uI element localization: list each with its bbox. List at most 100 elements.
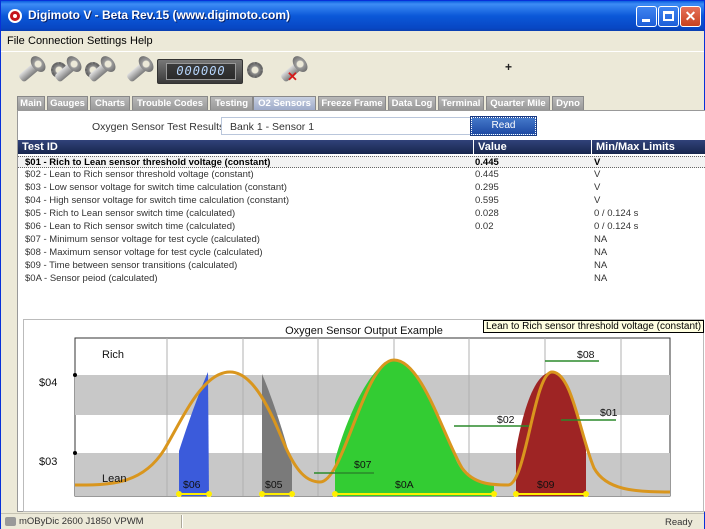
row-limits: 0 / 0.124 s bbox=[594, 221, 639, 232]
status-ready: Ready bbox=[665, 517, 693, 528]
table-row[interactable]: $08 - Maximum sensor voltage for test cy… bbox=[18, 247, 705, 259]
row-limits: NA bbox=[594, 234, 608, 245]
toolbar: 000000 + ✕ bbox=[1, 51, 704, 93]
menu-help[interactable]: Help bbox=[130, 35, 153, 47]
close-button[interactable]: ✕ bbox=[680, 6, 701, 27]
sensor-select-value: Bank 1 - Sensor 1 bbox=[230, 121, 315, 133]
table-row[interactable]: $06 - Lean to Rich sensor switch time (c… bbox=[18, 221, 705, 233]
diagram-svg: Oxygen Sensor Output Example $04 $03 Ric… bbox=[39, 325, 671, 497]
interface-icon bbox=[5, 516, 16, 526]
table-row[interactable]: $07 - Minimum sensor voltage for test cy… bbox=[18, 234, 705, 246]
row-limits: V bbox=[594, 182, 601, 193]
minimize-button[interactable] bbox=[636, 6, 657, 27]
oxygen-sensor-diagram: Oxygen Sensor Output Example $04 $03 Ric… bbox=[23, 319, 704, 512]
table-row[interactable]: $01 - Rich to Lean sensor threshold volt… bbox=[18, 156, 705, 168]
row-limits: NA bbox=[594, 273, 608, 284]
maximize-button[interactable] bbox=[658, 6, 679, 27]
row-test-id: $04 - High sensor voltage for switch tim… bbox=[25, 195, 290, 206]
counter-display: 000000 bbox=[157, 59, 243, 84]
row-value: 0.02 bbox=[475, 221, 494, 232]
app-window: Digimoto V - Beta Rev.15 (www.digimoto.c… bbox=[0, 0, 705, 529]
row-value: 0.295 bbox=[475, 182, 499, 193]
sensor-select-label: Oxygen Sensor Test Results: bbox=[92, 121, 228, 133]
gear-wrench-button-2[interactable] bbox=[85, 58, 113, 84]
row-limits: NA bbox=[594, 260, 608, 271]
read-button[interactable]: Read bbox=[470, 116, 537, 136]
tab-quarter-mile[interactable]: Quarter Mile bbox=[486, 96, 550, 110]
delete-x-icon: ✕ bbox=[287, 69, 298, 84]
gear-icon bbox=[247, 62, 263, 78]
gear-wrench-button[interactable] bbox=[51, 58, 79, 84]
column-header-limits[interactable]: Min/Max Limits bbox=[592, 140, 705, 154]
column-header-value[interactable]: Value bbox=[474, 140, 591, 154]
tab-trouble-codes[interactable]: Trouble Codes bbox=[132, 96, 208, 110]
menu-settings[interactable]: Settings bbox=[87, 35, 127, 47]
y-mark-04 bbox=[73, 373, 77, 377]
menu-bar: File Connection Settings Help bbox=[1, 31, 704, 51]
threshold-tooltip: Lean to Rich sensor threshold voltage (c… bbox=[483, 320, 705, 333]
region-label-05: $05 bbox=[265, 479, 283, 491]
plus-icon: + bbox=[505, 60, 513, 74]
table-row[interactable]: $02 - Lean to Rich sensor threshold volt… bbox=[18, 169, 705, 181]
region-label-01: $01 bbox=[600, 407, 618, 419]
menu-file[interactable]: File bbox=[7, 35, 25, 47]
region-label-08: $08 bbox=[577, 349, 595, 361]
row-test-id: $08 - Maximum sensor voltage for test cy… bbox=[25, 247, 263, 258]
row-test-id: $02 - Lean to Rich sensor threshold volt… bbox=[25, 169, 254, 180]
table-row[interactable]: $0A - Sensor peiod (calculated) NA bbox=[18, 273, 705, 285]
row-limits: V bbox=[594, 169, 601, 180]
row-test-id: $0A - Sensor peiod (calculated) bbox=[25, 273, 158, 284]
region-label-09: $09 bbox=[537, 479, 555, 491]
row-value: 0.595 bbox=[475, 195, 499, 206]
tab-freeze-frame[interactable]: Freeze Frame bbox=[318, 96, 386, 110]
status-bar: mOByDic 2600 J1850 VPWM Ready bbox=[1, 513, 704, 529]
row-limits: V bbox=[594, 195, 601, 206]
tab-gauges[interactable]: Gauges bbox=[47, 96, 88, 110]
row-limits: NA bbox=[594, 247, 608, 258]
y-mark-03 bbox=[73, 451, 77, 455]
table-row[interactable]: $05 - Rich to Lean sensor switch time (c… bbox=[18, 208, 705, 220]
row-test-id: $09 - Time between sensor transitions (c… bbox=[25, 260, 238, 271]
y-label-04: $04 bbox=[39, 377, 57, 389]
row-value: 0.028 bbox=[475, 208, 499, 219]
tab-terminal[interactable]: Terminal bbox=[438, 96, 484, 110]
region-label-07: $07 bbox=[354, 459, 372, 471]
tab-dyno[interactable]: Dyno bbox=[552, 96, 584, 110]
tab-main[interactable]: Main bbox=[17, 96, 45, 110]
row-limits: V bbox=[594, 157, 601, 168]
region-label-0a: $0A bbox=[395, 479, 414, 491]
app-icon bbox=[8, 9, 22, 23]
minimize-icon bbox=[642, 19, 650, 22]
tab-data-log[interactable]: Data Log bbox=[388, 96, 436, 110]
tab-testing[interactable]: Testing bbox=[210, 96, 253, 110]
table-row[interactable]: $03 - Low sensor voltage for switch time… bbox=[18, 182, 705, 194]
row-limits: 0 / 0.124 s bbox=[594, 208, 639, 219]
lean-label: Lean bbox=[102, 473, 126, 485]
wrench-icon bbox=[125, 60, 151, 83]
table-row[interactable]: $04 - High sensor voltage for switch tim… bbox=[18, 195, 705, 207]
tab-charts[interactable]: Charts bbox=[90, 96, 130, 110]
counter-value: 000000 bbox=[166, 63, 236, 80]
sensor-select[interactable]: Bank 1 - Sensor 1 ▼ bbox=[221, 117, 491, 135]
connect-wrench-button[interactable] bbox=[15, 58, 43, 84]
row-test-id: $01 - Rich to Lean sensor threshold volt… bbox=[25, 157, 271, 168]
status-separator bbox=[181, 515, 183, 528]
region-label-06: $06 bbox=[183, 479, 201, 491]
add-wrench-button[interactable]: + bbox=[247, 58, 512, 84]
o2-sensors-panel: Oxygen Sensor Test Results: Bank 1 - Sen… bbox=[17, 110, 705, 512]
row-value: 0.445 bbox=[475, 169, 499, 180]
tab-o2-sensors[interactable]: O2 Sensors bbox=[253, 96, 316, 110]
status-connection: mOByDic 2600 J1850 VPWM bbox=[5, 516, 179, 529]
table-row[interactable]: $09 - Time between sensor transitions (c… bbox=[18, 260, 705, 272]
region-label-02: $02 bbox=[497, 414, 515, 426]
title-bar[interactable]: Digimoto V - Beta Rev.15 (www.digimoto.c… bbox=[1, 1, 704, 31]
status-connection-text: mOByDic 2600 J1850 VPWM bbox=[19, 516, 144, 527]
menu-connection[interactable]: Connection bbox=[28, 35, 84, 47]
row-value: 0.445 bbox=[475, 157, 499, 168]
window-title: Digimoto V - Beta Rev.15 (www.digimoto.c… bbox=[28, 8, 291, 22]
wrench-button[interactable] bbox=[123, 58, 151, 84]
close-icon: ✕ bbox=[684, 8, 697, 24]
row-test-id: $06 - Lean to Rich sensor switch time (c… bbox=[25, 221, 236, 232]
row-test-id: $03 - Low sensor voltage for switch time… bbox=[25, 182, 287, 193]
column-header-test-id[interactable]: Test ID bbox=[18, 140, 473, 154]
